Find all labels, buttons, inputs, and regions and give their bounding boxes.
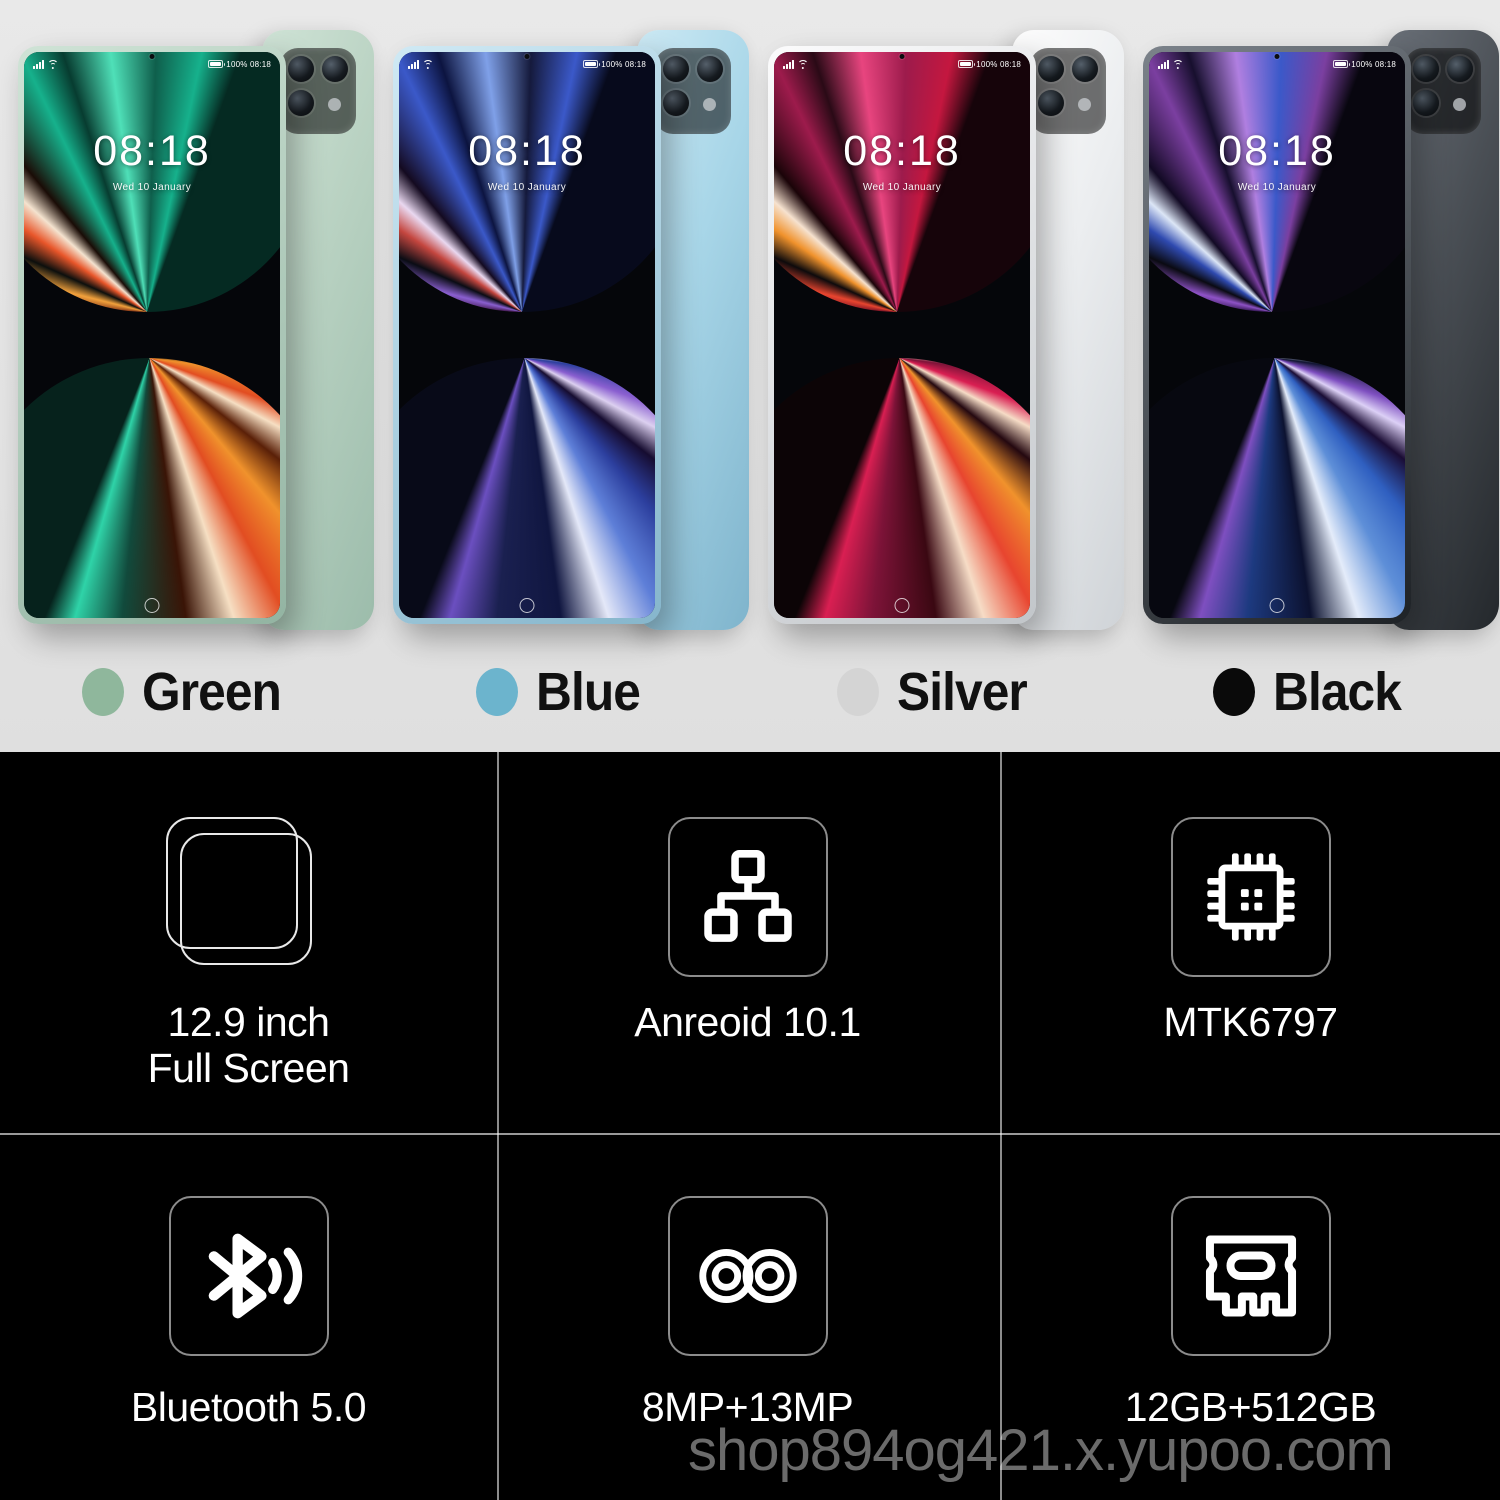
- spec-cell-cpu: MTK6797: [1002, 752, 1499, 1133]
- android-os-icon: [703, 850, 792, 942]
- camera-lens-icon: [322, 56, 348, 82]
- spec-label: 8MP+13MP: [641, 1384, 854, 1430]
- spec-cell-os: Anreoid 10.1: [499, 752, 996, 1133]
- tablet-front[interactable]: 100% 08:18 08:18 Wed 10 January: [1143, 46, 1411, 624]
- spec-label: 12GB+512GB: [1124, 1384, 1377, 1430]
- lockscreen-info: 08:18 Wed 10 January: [399, 127, 655, 194]
- camera-lens-icon: [663, 56, 689, 82]
- memory-module-icon: [1205, 1235, 1296, 1317]
- lockscreen-date: Wed 10 January: [862, 182, 942, 193]
- color-swatch-green: [81, 668, 124, 716]
- tablet-screen: 100% 08:18 08:18 Wed 10 January: [1149, 52, 1405, 618]
- device-showcase-section: 100% 08:18 08:18 Wed 10 January 100% 08:…: [0, 0, 1500, 752]
- color-option-green[interactable]: Green: [0, 638, 375, 746]
- color-options-row: Green Blue Silver Black: [0, 638, 1500, 746]
- lockscreen-clock: 08:18: [468, 127, 586, 175]
- color-swatch-blue: [475, 668, 518, 716]
- bluetooth-icon: [208, 1233, 302, 1319]
- camera-lens-icon: [288, 56, 314, 82]
- front-camera-icon: [524, 54, 530, 59]
- color-name-label: Blue: [535, 662, 641, 722]
- spec-cell-camera: 8MP+13MP: [499, 1133, 996, 1500]
- device-variant-black[interactable]: 100% 08:18 08:18 Wed 10 January: [1125, 18, 1500, 638]
- icon-container: [166, 1193, 332, 1359]
- icon-container: [1168, 1193, 1334, 1359]
- camera-flash-icon: [1453, 98, 1466, 111]
- lockscreen-info: 08:18 Wed 10 January: [774, 127, 1030, 194]
- camera-lens-icon: [1038, 56, 1064, 82]
- tablet-front[interactable]: 100% 08:18 08:18 Wed 10 January: [18, 46, 286, 624]
- color-option-black[interactable]: Black: [1125, 638, 1500, 746]
- lockscreen-clock: 08:18: [843, 127, 961, 175]
- spec-cell-memory: 12GB+512GB: [1002, 1133, 1499, 1500]
- color-option-blue[interactable]: Blue: [375, 638, 750, 746]
- lockscreen-date: Wed 10 January: [1237, 182, 1317, 193]
- lockscreen-clock: 08:18: [93, 127, 211, 175]
- cpu-chip-icon: [1206, 853, 1295, 941]
- camera-flash-icon: [1078, 98, 1091, 111]
- icon-container: [665, 1193, 831, 1359]
- camera-island: [1030, 48, 1106, 134]
- icon-container: [1168, 814, 1334, 980]
- icon-frame: [1170, 817, 1331, 977]
- icon-container: [165, 814, 332, 980]
- camera-lens-icon: [1072, 56, 1098, 82]
- spec-label: 12.9 inch Full Screen: [147, 999, 350, 1091]
- tablet-screen: 100% 08:18 08:18 Wed 10 January: [774, 52, 1030, 618]
- spec-label: Bluetooth 5.0: [130, 1384, 367, 1430]
- camera-lens-icon: [1413, 90, 1439, 116]
- spec-cell-bluetooth: Bluetooth 5.0: [0, 1133, 497, 1500]
- device-variant-green[interactable]: 100% 08:18 08:18 Wed 10 January: [0, 18, 375, 638]
- front-camera-icon: [899, 54, 905, 59]
- lockscreen-info: 08:18 Wed 10 January: [1149, 127, 1405, 194]
- camera-lens-icon: [663, 90, 689, 116]
- specifications-grid: 12.9 inch Full Screen Anreoid 10.1 MTK67…: [0, 752, 1500, 1500]
- color-option-silver[interactable]: Silver: [750, 638, 1125, 746]
- camera-island: [280, 48, 356, 134]
- lockscreen-date: Wed 10 January: [112, 182, 192, 193]
- product-listing-image: 100% 08:18 08:18 Wed 10 January 100% 08:…: [0, 0, 1500, 1500]
- icon-frame: [667, 1196, 828, 1356]
- camera-flash-icon: [703, 98, 716, 111]
- device-variant-silver[interactable]: 100% 08:18 08:18 Wed 10 January: [750, 18, 1125, 638]
- camera-flash-icon: [328, 98, 341, 111]
- camera-island: [1405, 48, 1481, 134]
- spec-cell-screen: 12.9 inch Full Screen: [0, 752, 497, 1133]
- camera-island: [655, 48, 731, 134]
- icon-frame: [168, 1196, 329, 1356]
- tablet-front[interactable]: 100% 08:18 08:18 Wed 10 January: [768, 46, 1036, 624]
- lockscreen-info: 08:18 Wed 10 January: [24, 127, 280, 194]
- lockscreen-date: Wed 10 January: [487, 182, 567, 193]
- icon-frame: [1170, 1196, 1331, 1356]
- tablet-screen: 100% 08:18 08:18 Wed 10 January: [399, 52, 655, 618]
- camera-lens-icon: [697, 56, 723, 82]
- camera-lens-icon: [1413, 56, 1439, 82]
- tablet-screen: 100% 08:18 08:18 Wed 10 January: [24, 52, 280, 618]
- home-indicator-icon[interactable]: [144, 598, 160, 613]
- full-screen-icon: [165, 817, 332, 977]
- front-camera-icon: [149, 54, 155, 59]
- camera-lens-icon: [1038, 90, 1064, 116]
- color-name-label: Silver: [896, 662, 1028, 722]
- tablet-front[interactable]: 100% 08:18 08:18 Wed 10 January: [393, 46, 661, 624]
- color-swatch-silver: [836, 668, 879, 716]
- device-variant-blue[interactable]: 100% 08:18 08:18 Wed 10 January: [375, 18, 750, 638]
- color-swatch-black: [1212, 668, 1255, 716]
- lockscreen-clock: 08:18: [1218, 127, 1336, 175]
- home-indicator-icon[interactable]: [1269, 598, 1285, 613]
- dual-camera-icon: [698, 1248, 797, 1304]
- front-camera-icon: [1274, 54, 1280, 59]
- color-name-label: Black: [1272, 662, 1402, 722]
- camera-lens-icon: [1447, 56, 1473, 82]
- home-indicator-icon[interactable]: [894, 598, 910, 613]
- icon-frame: [667, 817, 828, 977]
- camera-lens-icon: [288, 90, 314, 116]
- home-indicator-icon[interactable]: [519, 598, 535, 613]
- spec-label: MTK6797: [1163, 999, 1338, 1045]
- icon-container: [665, 814, 831, 980]
- color-name-label: Green: [141, 662, 282, 722]
- spec-label: Anreoid 10.1: [634, 999, 861, 1045]
